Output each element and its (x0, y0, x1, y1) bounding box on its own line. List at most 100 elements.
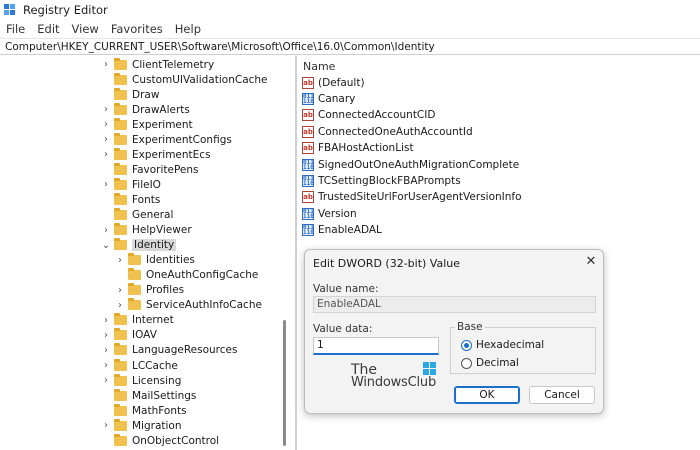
value-row[interactable]: ab ConnectedAccountCID (302, 108, 435, 123)
folder-icon (114, 373, 127, 386)
folder-icon (114, 328, 127, 341)
value-row[interactable]: 011 110 EnableADAL (302, 223, 382, 238)
tree-item[interactable]: CustomUIValidationCache (101, 72, 268, 87)
value-row[interactable]: 011 110 SignedOutOneAuthMigrationComplete (302, 157, 519, 172)
dialog-title: Edit DWORD (32-bit) Value (313, 257, 461, 270)
binary-value-icon: 011 110 (302, 92, 314, 105)
tree-scrollbar[interactable] (283, 320, 286, 446)
tree-item[interactable]: › ExperimentEcs (101, 147, 211, 162)
tree-item[interactable]: › HelpViewer (101, 223, 192, 238)
folder-icon (114, 132, 127, 145)
chevron-icon[interactable]: › (101, 315, 111, 326)
folder-icon (114, 162, 127, 175)
radio-hexadecimal[interactable]: Hexadecimal (461, 339, 544, 351)
close-icon[interactable]: ✕ (583, 254, 599, 270)
value-name: (Default) (318, 76, 365, 89)
ok-button[interactable]: OK (454, 386, 520, 404)
menu-file[interactable]: File (6, 22, 25, 36)
chevron-icon[interactable]: ⌄ (101, 240, 111, 251)
folder-icon (128, 283, 141, 296)
column-header-name[interactable]: Name (303, 60, 335, 73)
chevron-icon[interactable]: › (101, 104, 111, 115)
chevron-icon[interactable]: › (115, 300, 125, 311)
menu-help[interactable]: Help (175, 22, 201, 36)
folder-icon (114, 147, 127, 160)
chevron-icon[interactable]: › (101, 59, 111, 70)
binary-value-icon: 011 110 (302, 174, 314, 187)
chevron-icon[interactable]: › (101, 375, 111, 386)
chevron-icon[interactable]: › (101, 360, 111, 371)
value-row[interactable]: ab FBAHostActionList (302, 141, 414, 156)
tree-item[interactable]: OnObjectControl (101, 433, 219, 448)
folder-icon (114, 72, 127, 85)
radio-decimal[interactable]: Decimal (461, 357, 519, 369)
tree-item[interactable]: OneAuthConfigCache (115, 268, 258, 283)
chevron-icon[interactable]: › (101, 330, 111, 341)
chevron-icon[interactable]: › (101, 179, 111, 190)
tree-item-label: General (132, 209, 174, 221)
tree-item[interactable]: › Licensing (101, 373, 181, 388)
chevron-icon[interactable]: › (101, 225, 111, 236)
binary-value-icon: 011 110 (302, 224, 314, 237)
chevron-icon[interactable]: › (115, 255, 125, 266)
tree-item[interactable]: FavoritePens (101, 162, 199, 177)
pane-splitter[interactable] (295, 56, 297, 450)
tree-item-label: ExperimentEcs (132, 148, 211, 161)
tree-item-label: Identity (132, 239, 177, 252)
folder-icon (114, 388, 127, 401)
tree-item[interactable]: Fonts (101, 192, 160, 207)
chevron-icon[interactable]: › (101, 119, 111, 130)
chevron-icon[interactable]: › (101, 420, 111, 431)
tree-item[interactable]: › Experiment (101, 117, 193, 132)
tree-item[interactable]: › IOAV (101, 328, 157, 343)
value-data-input[interactable]: 1 (313, 337, 439, 355)
value-row[interactable]: 011 110 TCSettingBlockFBAPrompts (302, 173, 461, 188)
chevron-icon[interactable]: › (101, 345, 111, 356)
tree-item[interactable]: MathFonts (101, 403, 187, 418)
chevron-icon[interactable]: › (101, 134, 111, 145)
tree-item[interactable]: MailSettings (101, 388, 196, 403)
value-name: Version (318, 207, 357, 220)
chevron-icon[interactable]: › (101, 149, 111, 160)
folder-icon (114, 208, 127, 220)
address-path[interactable]: Computer\HKEY_CURRENT_USER\Software\Micr… (5, 41, 435, 53)
value-row[interactable]: 011 110 Canary (302, 91, 355, 106)
tree-item[interactable]: › ServiceAuthInfoCache (115, 298, 262, 313)
tree-item-label: LanguageResources (132, 344, 238, 357)
cancel-button[interactable]: Cancel (529, 386, 595, 404)
tree-item[interactable]: › LanguageResources (101, 343, 237, 358)
radio-dec-dot[interactable] (461, 357, 472, 369)
registry-editor-icon (4, 3, 17, 17)
tree-item-label: CustomUIValidationCache (132, 73, 268, 86)
menu-edit[interactable]: Edit (37, 22, 59, 36)
key-tree: › ClientTelemetry CustomUIValidationCache D… (0, 56, 290, 450)
tree-item[interactable]: › Identities (115, 253, 195, 268)
value-row[interactable]: ab (Default) (302, 75, 365, 90)
tree-item[interactable]: Draw (101, 87, 159, 102)
tree-item[interactable]: › DrawAlerts (101, 102, 190, 117)
menu-favorites[interactable]: Favorites (111, 22, 163, 36)
tree-item[interactable]: › FileIO (101, 177, 161, 192)
value-row[interactable]: ab ConnectedOneAuthAccountId (302, 124, 473, 139)
tree-item-label: OneAuthConfigCache (146, 269, 259, 282)
tree-item[interactable]: ⌄ Identity (101, 238, 177, 253)
tree-item[interactable]: › LCCache (101, 358, 178, 373)
folder-icon (114, 177, 127, 190)
tree-item[interactable]: › ClientTelemetry (101, 57, 214, 72)
tree-item[interactable]: › ExperimentConfigs (101, 132, 232, 147)
tree-item-label: MathFonts (132, 404, 187, 417)
value-row[interactable]: 011 110 Version (302, 206, 357, 221)
folder-icon (114, 57, 127, 70)
tree-item[interactable]: › Migration (101, 418, 182, 433)
folder-icon (114, 358, 127, 371)
menu-view[interactable]: View (72, 22, 99, 36)
tree-item[interactable]: › Internet (101, 313, 174, 328)
tree-item[interactable]: General (101, 208, 173, 223)
folder-icon (128, 268, 141, 281)
address-bar[interactable]: Computer\HKEY_CURRENT_USER\Software\Micr… (0, 38, 700, 55)
radio-hex-dot[interactable] (461, 339, 472, 351)
tree-item[interactable]: › Profiles (115, 283, 184, 298)
chevron-icon[interactable]: › (115, 285, 125, 296)
tree-item-label: DrawAlerts (132, 103, 190, 116)
value-row[interactable]: ab TrustedSiteUrlForUserAgentVersionInfo (302, 190, 522, 205)
